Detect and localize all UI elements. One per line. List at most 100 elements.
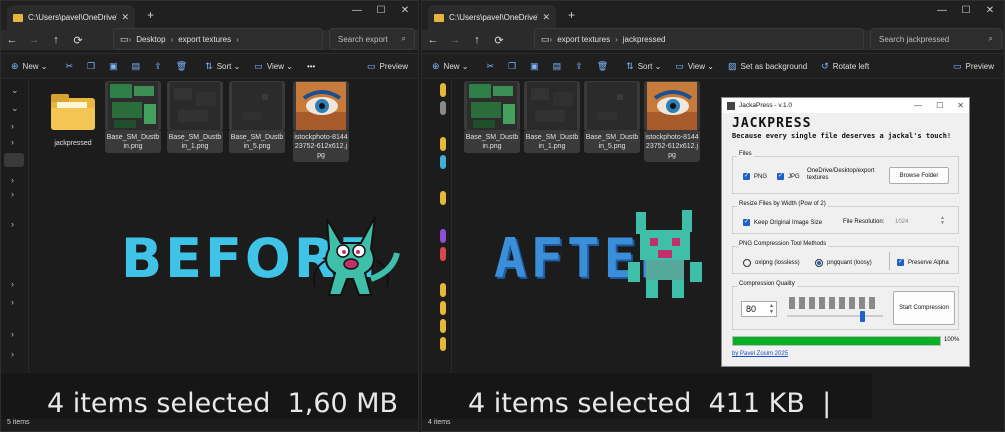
close-window-button[interactable]: ✕ (393, 5, 417, 16)
breadcrumb-export-textures[interactable]: export textures (178, 35, 231, 44)
chevron-right-icon[interactable]: › (11, 349, 14, 359)
sidebar-selected-item[interactable] (4, 153, 24, 167)
file-item[interactable]: Base_SM_Dustbin.png (105, 81, 161, 153)
browse-folder-button[interactable]: Browse Folder (889, 167, 949, 184)
sidebar-item-icon[interactable] (440, 137, 446, 151)
new-button[interactable]: ⊕ New ⌄ (11, 61, 48, 72)
preserve-alpha-checkbox[interactable]: ✓ Preserve Alpha (897, 259, 949, 266)
up-button[interactable]: ↑ (45, 34, 67, 46)
address-bar[interactable]: ▭ › export textures › jackpressed (534, 28, 864, 50)
png-checkbox[interactable]: ✓ PNG (743, 173, 767, 180)
chevron-right-icon[interactable]: › (11, 189, 14, 199)
set-background-button[interactable]: ▨ Set as background (728, 61, 807, 72)
jpg-checkbox[interactable]: ✓ JPG (777, 173, 800, 180)
view-button[interactable]: ▭ View ⌄ (675, 61, 714, 72)
minimize-button[interactable]: — (930, 5, 954, 16)
sidebar-item-icon[interactable] (440, 337, 446, 351)
search-input[interactable]: Search export ⌕ (329, 28, 415, 50)
resolution-spinner[interactable]: ▲ ▼ (940, 216, 945, 226)
share-button[interactable]: ⇪ (154, 61, 166, 72)
file-item-folder[interactable]: jackpressed (45, 87, 101, 148)
chevron-down-icon[interactable]: ⌄ (11, 103, 19, 114)
pngquant-radio[interactable]: pngquant (loosy) (815, 259, 872, 267)
rename-button[interactable]: ▤ (553, 61, 566, 72)
file-item[interactable]: istockphoto-814423752-612x612.jpg (644, 81, 700, 162)
search-input[interactable]: Search jackpressed ⌕ (870, 28, 1002, 50)
quality-spinner[interactable]: ▲ ▼ (769, 303, 774, 315)
sidebar-item-icon[interactable] (440, 229, 446, 243)
forward-button[interactable]: → (444, 34, 466, 46)
sidebar-item-icon[interactable] (440, 319, 446, 333)
new-button[interactable]: ⊕ New ⌄ (432, 61, 469, 72)
file-item[interactable]: Base_SM_Dustbin_5.png (229, 81, 285, 153)
more-options-button[interactable]: ••• (307, 62, 315, 71)
sidebar-item-icon[interactable] (440, 301, 446, 315)
minimize-button[interactable]: — (914, 101, 922, 110)
paste-button[interactable]: ▣ (109, 61, 122, 72)
maximize-button[interactable]: ☐ (954, 5, 978, 16)
maximize-button[interactable]: ☐ (369, 5, 393, 16)
chevron-right-icon[interactable]: › (11, 137, 14, 147)
sidebar-item-icon[interactable] (440, 101, 446, 115)
chevron-right-icon[interactable]: › (11, 175, 14, 185)
quality-slider[interactable] (787, 295, 883, 325)
rename-button[interactable]: ▤ (132, 61, 145, 72)
refresh-button[interactable]: ⟳ (67, 34, 89, 47)
breadcrumb-jackpressed[interactable]: jackpressed (623, 35, 666, 44)
rotate-left-button[interactable]: ↺ Rotate left (821, 61, 869, 72)
new-tab-button[interactable]: + (568, 8, 575, 22)
breadcrumb-desktop[interactable]: Desktop (136, 35, 165, 44)
file-item[interactable]: Base_SM_Dustbin_5.png (584, 81, 640, 153)
keep-original-size-checkbox[interactable]: ✓ Keep Original Image Size (743, 219, 822, 226)
preview-button[interactable]: ▭ Preview (367, 61, 408, 72)
back-button[interactable]: ← (1, 34, 23, 46)
up-button[interactable]: ↑ (466, 34, 488, 46)
chevron-right-icon[interactable]: › (11, 219, 14, 229)
slider-thumb[interactable] (859, 311, 865, 322)
copy-button[interactable]: ❐ (87, 61, 99, 72)
sidebar-item-icon[interactable] (440, 155, 446, 169)
file-item[interactable]: istockphoto-814423752-612x612.jpg (293, 81, 349, 162)
tab-export-textures[interactable]: C:\Users\pavel\OneDrive\Desk ✕ (7, 5, 135, 30)
refresh-button[interactable]: ⟳ (488, 34, 510, 47)
quality-input[interactable]: 80 ▲ ▼ (741, 301, 777, 317)
preview-button[interactable]: ▭ Preview (953, 61, 994, 72)
delete-button[interactable]: 🗑 (176, 61, 191, 72)
chevron-right-icon[interactable]: › (11, 121, 14, 131)
sidebar-item-icon[interactable] (440, 247, 446, 261)
file-resolution-input[interactable]: 1024 (895, 219, 908, 225)
sort-button[interactable]: ⇅ Sort ⌄ (626, 61, 661, 72)
chevron-right-icon[interactable]: › (11, 279, 14, 289)
chevron-right-icon[interactable]: › (11, 329, 14, 339)
back-button[interactable]: ← (422, 34, 444, 46)
close-tab-icon[interactable]: ✕ (542, 12, 550, 23)
cut-button[interactable]: ✂ (487, 61, 499, 72)
share-button[interactable]: ⇪ (575, 61, 587, 72)
maximize-button[interactable]: ☐ (936, 101, 943, 110)
navigation-pane[interactable] (422, 79, 452, 421)
credit-link[interactable]: by Pavel Zosim 2025 (732, 351, 788, 357)
sort-button[interactable]: ⇅ Sort ⌄ (205, 61, 240, 72)
quick-access-icon[interactable] (440, 83, 446, 97)
view-button[interactable]: ▭ View ⌄ (254, 61, 293, 72)
chevron-right-icon[interactable]: › (11, 297, 14, 307)
close-window-button[interactable]: ✕ (978, 5, 1002, 16)
copy-button[interactable]: ❐ (508, 61, 520, 72)
delete-button[interactable]: 🗑 (597, 61, 612, 72)
minimize-button[interactable]: — (345, 5, 369, 16)
chevron-down-icon[interactable]: ⌄ (11, 85, 19, 96)
start-compression-button[interactable]: Start Compression (893, 291, 955, 325)
cut-button[interactable]: ✂ (66, 61, 78, 72)
oxipng-radio[interactable]: oxipng (lossless) (743, 259, 800, 267)
file-item[interactable]: Base_SM_Dustbin.png (464, 81, 520, 153)
paste-button[interactable]: ▣ (530, 61, 543, 72)
navigation-pane[interactable]: ⌄ ⌄ › › › › › › › › › (1, 79, 29, 421)
sidebar-item-icon[interactable] (440, 191, 446, 205)
address-bar[interactable]: ▭ › Desktop › export textures › (113, 28, 323, 50)
new-tab-button[interactable]: + (147, 8, 154, 22)
breadcrumb-export-textures[interactable]: export textures (557, 35, 610, 44)
forward-button[interactable]: → (23, 34, 45, 46)
sidebar-item-icon[interactable] (440, 283, 446, 297)
file-item[interactable]: Base_SM_Dustbin_1.png (167, 81, 223, 153)
tab-jackpressed[interactable]: C:\Users\pavel\OneDrive\Desk ✕ (428, 5, 556, 30)
